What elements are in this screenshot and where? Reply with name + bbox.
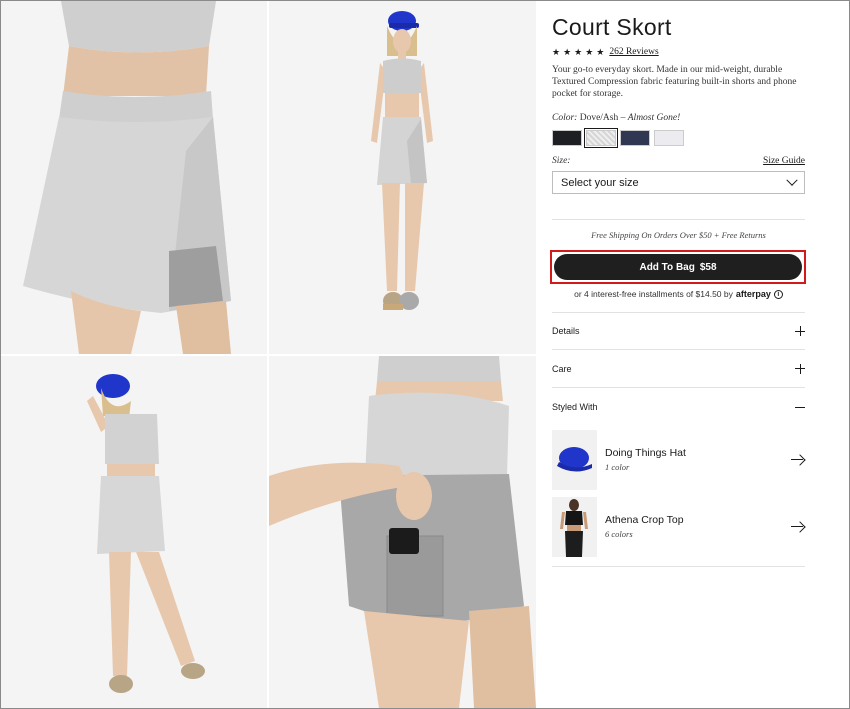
- product-title: Court Skort: [552, 14, 672, 40]
- styled-item-hat[interactable]: Doing Things Hat 1 color: [552, 426, 805, 493]
- size-select[interactable]: Select your size: [552, 171, 805, 194]
- styled-item-crop-top[interactable]: Athena Crop Top 6 colors: [552, 493, 805, 560]
- plus-icon: [795, 363, 805, 374]
- afterpay-text: or 4 interest-free installments of $14.5…: [574, 289, 733, 299]
- swatch-white[interactable]: [654, 130, 684, 146]
- styled-with-list: Doing Things Hat 1 color Athena Crop Top: [552, 426, 805, 560]
- product-description: Your go-to everyday skort. Made in our m…: [552, 65, 797, 99]
- accordion-care-label: Care: [552, 363, 572, 374]
- size-guide-link[interactable]: Size Guide: [763, 156, 805, 168]
- availability-note: Almost Gone!: [627, 113, 681, 123]
- styled-item-name[interactable]: Athena Crop Top: [605, 514, 791, 526]
- accordion-details-label: Details: [552, 326, 580, 336]
- product-image-skort-closeup[interactable]: [1, 1, 267, 354]
- add-to-bag-highlight: Add To Bag $58: [550, 250, 806, 284]
- swatch-navy[interactable]: [620, 130, 650, 146]
- arrow-right-icon[interactable]: [791, 454, 805, 466]
- minus-icon: [795, 402, 805, 412]
- reviews-link[interactable]: 262 Reviews: [609, 47, 658, 57]
- afterpay-logo: afterpay: [735, 289, 771, 299]
- color-label-row: Color: Dove/Ash – Almost Gone!: [552, 113, 805, 125]
- color-label: Color:: [552, 113, 578, 123]
- accordion-styled-with-label: Styled With: [552, 402, 598, 412]
- size-label: Size:: [552, 156, 571, 166]
- size-label-row: Size: Size Guide: [552, 156, 805, 168]
- styled-item-text: Doing Things Hat 1 color: [605, 447, 791, 472]
- plus-icon: [795, 326, 805, 336]
- product-image-back-view[interactable]: [1, 356, 267, 708]
- accordion-details[interactable]: Details: [552, 312, 805, 350]
- info-icon[interactable]: i: [773, 289, 783, 299]
- product-info-panel: Court Skort ★★★★★ 262 Reviews Your go-to…: [550, 14, 806, 567]
- divider: [552, 566, 805, 567]
- add-to-bag-label: Add To Bag: [639, 261, 695, 273]
- add-to-bag-price: $58: [699, 261, 717, 273]
- add-to-bag-button[interactable]: Add To Bag $58: [554, 254, 802, 280]
- divider: [552, 219, 805, 220]
- styled-item-colors: 1 color: [605, 462, 630, 472]
- color-swatches: [552, 128, 805, 148]
- product-image-pocket-detail[interactable]: [269, 356, 536, 708]
- accordion-care[interactable]: Care: [552, 350, 805, 388]
- chevron-down-icon: [786, 174, 798, 186]
- styled-item-name[interactable]: Doing Things Hat: [605, 447, 791, 459]
- shipping-note: Free Shipping On Orders Over $50 + Free …: [591, 230, 766, 240]
- afterpay-row: or 4 interest-free installments of $14.5…: [552, 288, 805, 300]
- styled-item-colors: 6 colors: [605, 529, 633, 539]
- swatch-dove-ash[interactable]: [584, 128, 618, 148]
- size-select-value: Select your size: [561, 176, 639, 189]
- arrow-right-icon[interactable]: [791, 521, 805, 533]
- swatch-black[interactable]: [552, 130, 582, 146]
- product-image-full-front[interactable]: [269, 1, 536, 354]
- color-value: Dove/Ash: [579, 113, 619, 123]
- rating-stars-icon: ★★★★★: [552, 46, 608, 57]
- crop-top-thumbnail[interactable]: [552, 496, 597, 557]
- rating-row: ★★★★★ 262 Reviews: [552, 46, 805, 58]
- product-gallery: [1, 1, 536, 708]
- color-separator: –: [620, 113, 626, 123]
- styled-item-text: Athena Crop Top 6 colors: [605, 514, 791, 539]
- hat-thumbnail[interactable]: [552, 429, 597, 490]
- accordion-styled-with[interactable]: Styled With: [552, 388, 805, 426]
